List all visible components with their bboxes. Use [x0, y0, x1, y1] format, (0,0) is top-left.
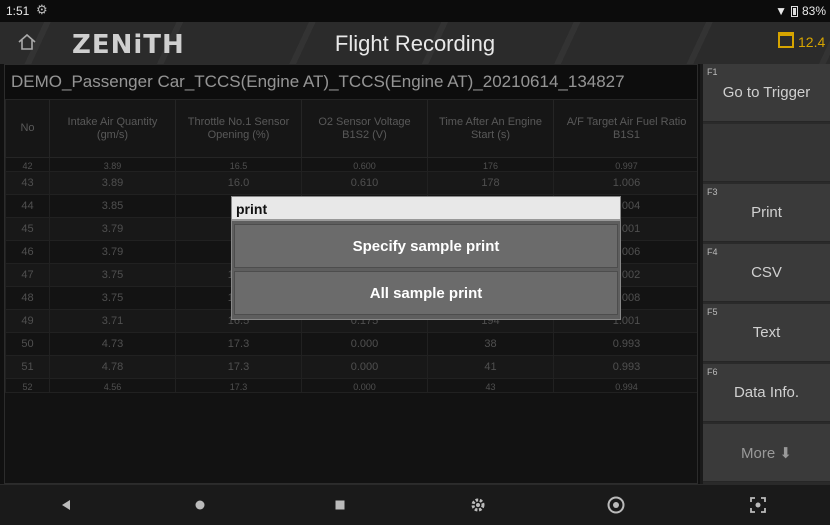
function-key-csv[interactable]: F4 CSV	[703, 244, 830, 302]
function-key-panel: F1 Go to Trigger F3 Print F4 CSV F5 Text F6 Data …	[703, 64, 830, 484]
function-key-data-info[interactable]: F6 Data Info.	[703, 364, 830, 422]
function-key-label: Data Info.	[733, 384, 800, 401]
navigation-bar	[0, 484, 830, 525]
print-dialog: print Specify sample print All sample pr…	[231, 196, 621, 320]
settings-status-icon: ⚙	[36, 2, 48, 17]
calendar-label: 12.4	[798, 34, 826, 50]
specify-sample-print-button[interactable]: Specify sample print	[234, 224, 618, 268]
function-key-more[interactable]: More ⬇	[703, 424, 830, 482]
function-key-empty	[703, 124, 830, 182]
battery-icon	[790, 5, 798, 17]
function-key-label: Go to Trigger	[722, 84, 811, 101]
all-sample-print-button[interactable]: All sample print	[234, 271, 618, 315]
back-icon[interactable]	[56, 495, 76, 515]
function-key-label: CSV	[751, 264, 782, 281]
browser-icon[interactable]	[606, 495, 626, 515]
function-key-go-to-trigger[interactable]: F1 Go to Trigger	[703, 64, 830, 122]
function-key-number: F1	[707, 67, 718, 77]
status-bar: 1:51 ⚙ ▼ 83%	[0, 0, 830, 22]
function-key-number: F4	[707, 247, 718, 257]
home-nav-icon[interactable]	[190, 495, 210, 515]
calendar-icon	[778, 32, 794, 48]
page-title: Flight Recording	[334, 31, 496, 56]
function-key-text[interactable]: F5 Text	[703, 304, 830, 362]
wifi-icon: ▼	[775, 4, 787, 18]
recents-icon[interactable]	[330, 495, 350, 515]
function-key-label: Text	[752, 324, 781, 341]
function-key-label: Print	[751, 204, 782, 221]
function-key-number: F3	[707, 187, 718, 197]
app-header: ZENiTH Flight Recording 12.4	[0, 22, 830, 64]
function-key-number: F6	[707, 367, 718, 377]
status-right: ▼ 83%	[775, 4, 826, 18]
battery-level: 83%	[801, 4, 826, 18]
function-key-print[interactable]: F3 Print	[703, 184, 830, 242]
dialog-title: print	[232, 197, 620, 221]
settings-icon[interactable]	[468, 495, 488, 515]
status-time: 1:51	[6, 4, 30, 18]
function-key-number: F5	[707, 307, 718, 317]
screenshot-icon[interactable]	[748, 495, 768, 515]
function-key-label: More ⬇	[741, 445, 792, 462]
